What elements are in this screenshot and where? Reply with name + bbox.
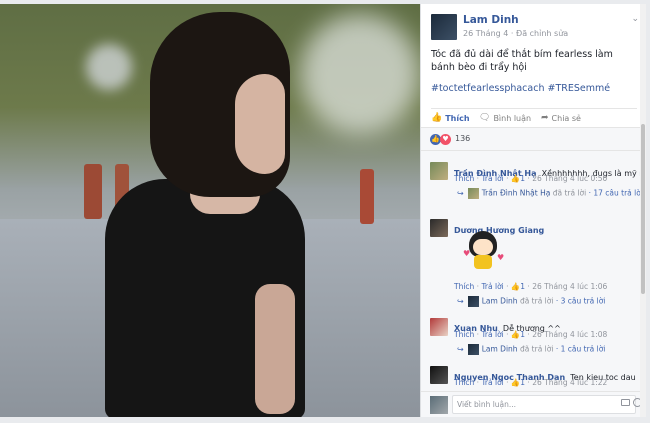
comment-composer: Viết bình luận... xyxy=(421,391,646,417)
avatar[interactable] xyxy=(430,219,448,237)
avatar xyxy=(467,188,479,199)
comment-reply-link[interactable]: Trả lời xyxy=(481,330,503,339)
comment-like-link[interactable]: Thích xyxy=(454,330,474,339)
post-meta: 26 Tháng 4 · Đã chỉnh sửa xyxy=(463,29,568,38)
comment-like-link[interactable]: Thích xyxy=(454,282,474,291)
comment-time[interactable]: 26 Tháng 4 lúc 1:06 xyxy=(532,282,607,291)
avatar[interactable] xyxy=(430,318,448,336)
reply-summary[interactable]: ↪ Lam Dinh đã trả lời · 1 câu trả lời xyxy=(457,344,605,355)
post-text: Tóc đã đủ dài để thắt bím fearless làm b… xyxy=(431,49,613,73)
share-label: Chia sẻ xyxy=(551,113,581,123)
chevron-down-icon[interactable]: ⌄ xyxy=(631,14,639,24)
reply-count: 1 câu trả lời xyxy=(560,344,606,354)
photo-subject-arm xyxy=(255,284,295,414)
post-actions: 👍 Thích 🗨 Bình luận ➦ Chia sẻ xyxy=(431,111,637,127)
avatar xyxy=(467,344,479,355)
comment-like-link[interactable]: Thích xyxy=(454,378,474,387)
post-date[interactable]: 26 Tháng 4 xyxy=(463,29,508,38)
comment-reply-link[interactable]: Trả lời xyxy=(481,378,503,387)
avatar[interactable] xyxy=(431,14,457,40)
scrollbar-thumb[interactable] xyxy=(641,124,645,294)
reply-author: Trần Đình Nhật Hạ xyxy=(481,188,551,198)
reply-arrow-icon: ↪ xyxy=(457,296,464,306)
divider xyxy=(431,108,637,109)
comments-list: Trần Đình Nhật Hạ Xềnhhhhhh, đugs là mỹ … xyxy=(421,151,646,391)
avatar xyxy=(467,296,479,307)
photo-bokeh xyxy=(300,14,420,134)
reply-count: 3 câu trả lời xyxy=(560,296,606,306)
reply-action: đã trả lời xyxy=(519,344,554,354)
like-icon: 👍 xyxy=(510,378,521,387)
post-hashtags[interactable]: #toctetfearlessphacach #TRESemmé xyxy=(431,83,610,94)
comment-reply-link[interactable]: Trả lời xyxy=(481,282,503,291)
comment-icon: 🗨 xyxy=(479,113,491,123)
like-icon: 👍 xyxy=(510,174,521,183)
like-icon: 👍 xyxy=(510,330,521,339)
scrollbar[interactable] xyxy=(640,4,646,417)
reply-author: Lam Dinh xyxy=(481,344,518,354)
comment-label: Bình luận xyxy=(493,113,532,123)
sticker-face xyxy=(473,239,493,255)
reply-action: đã trả lời xyxy=(519,296,554,306)
heart-icon: ♥ xyxy=(463,249,471,258)
post-header: Lam Dinh 26 Tháng 4 · Đã chỉnh sửa ⌄ xyxy=(431,12,639,42)
share-icon: ➦ xyxy=(541,113,549,123)
photo-bollard xyxy=(84,164,102,219)
comment-sticker: ♥ ♥ xyxy=(463,231,505,271)
reply-arrow-icon: ↪ xyxy=(457,188,464,198)
reply-author: Lam Dinh xyxy=(481,296,518,306)
comment-like-count[interactable]: 1 xyxy=(520,282,525,291)
like-button[interactable]: 👍 Thích xyxy=(431,113,470,123)
reaction-count: 136 xyxy=(455,134,471,143)
comment-reply-link[interactable]: Trả lời xyxy=(481,174,503,183)
avatar[interactable] xyxy=(430,162,448,180)
post-edited[interactable]: Đã chỉnh sửa xyxy=(516,29,568,38)
reply-arrow-icon: ↪ xyxy=(457,344,464,354)
comment-button[interactable]: 🗨 Bình luận xyxy=(479,113,531,123)
share-button[interactable]: ➦ Chia sẻ xyxy=(541,113,581,123)
photo-bokeh xyxy=(86,44,132,90)
camera-icon[interactable] xyxy=(621,399,630,406)
love-reaction-icon: ♥ xyxy=(440,134,451,145)
like-icon: 👍 xyxy=(510,282,521,291)
comment-time[interactable]: 26 Tháng 4 lúc 1:08 xyxy=(532,330,607,339)
comment-like-link[interactable]: Thích xyxy=(454,174,474,183)
reply-count: 17 câu trả lời xyxy=(593,188,643,198)
reply-summary[interactable]: ↪ Trần Đình Nhật Hạ đã trả lời · 17 câu t… xyxy=(457,188,643,199)
photo-bollard xyxy=(360,169,374,224)
post-photo[interactable] xyxy=(0,4,420,417)
comment-time[interactable]: 26 Tháng 4 lúc 0:50 xyxy=(532,174,607,183)
heart-icon: ♥ xyxy=(497,253,505,262)
sticker-shirt xyxy=(474,255,492,269)
like-label: Thích xyxy=(445,113,470,123)
post-side-panel: Lam Dinh 26 Tháng 4 · Đã chỉnh sửa ⌄ Tóc… xyxy=(420,4,646,417)
comment-like-count[interactable]: 1 xyxy=(520,330,525,339)
comment-footer: Thích · Trả lời · 👍1 · 26 Tháng 4 lúc 1:… xyxy=(454,378,608,387)
comment-footer: Thích · Trả lời · 👍1 · 26 Tháng 4 lúc 1:… xyxy=(454,282,608,291)
avatar[interactable] xyxy=(430,366,448,384)
comment-time[interactable]: 26 Tháng 4 lúc 1:22 xyxy=(532,378,607,387)
avatar xyxy=(430,396,448,414)
photo-viewer: Lam Dinh 26 Tháng 4 · Đã chỉnh sửa ⌄ Tóc… xyxy=(0,0,650,423)
comment-input[interactable]: Viết bình luận... xyxy=(452,395,636,414)
comment-like-count[interactable]: 1 xyxy=(520,378,525,387)
comment-like-count[interactable]: 1 xyxy=(520,174,525,183)
reply-summary[interactable]: ↪ Lam Dinh đã trả lời · 3 câu trả lời xyxy=(457,296,605,307)
reply-action: đã trả lời xyxy=(552,188,587,198)
photo-subject-face xyxy=(235,74,285,174)
comment-footer: Thích · Trả lời · 👍1 · 26 Tháng 4 lúc 0:… xyxy=(454,174,608,183)
like-icon: 👍 xyxy=(431,113,443,123)
comment-footer: Thích · Trả lời · 👍1 · 26 Tháng 4 lúc 1:… xyxy=(454,330,608,339)
reactions-bar[interactable]: 👍 ♥ 136 xyxy=(421,127,646,151)
post-author[interactable]: Lam Dinh xyxy=(463,14,519,26)
